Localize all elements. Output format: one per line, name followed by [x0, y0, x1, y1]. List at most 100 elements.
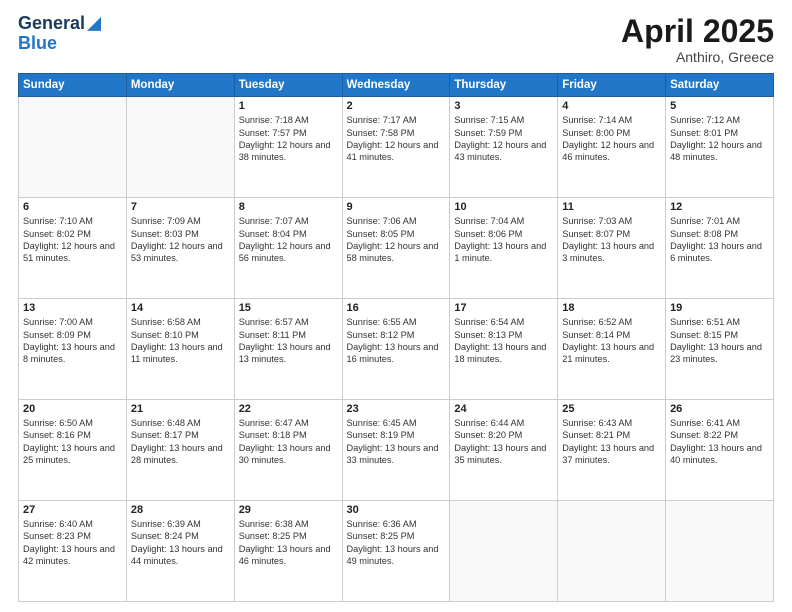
day-cell: 30 Sunrise: 6:36 AM Sunset: 8:25 PM Dayli…: [342, 501, 450, 602]
day-number: 23: [347, 403, 446, 415]
day-info: Sunrise: 6:41 AM Sunset: 8:22 PM Dayligh…: [670, 417, 769, 467]
day-cell: 1 Sunrise: 7:18 AM Sunset: 7:57 PM Daylig…: [234, 97, 342, 198]
day-number: 10: [454, 201, 553, 213]
day-cell: 2Sunrise: 7:17 AM Sunset: 7:58 PM Daylig…: [342, 97, 450, 198]
day-info: Sunrise: 7:15 AM Sunset: 7:59 PM Dayligh…: [454, 114, 553, 164]
column-header-wednesday: Wednesday: [342, 74, 450, 97]
day-info: Sunrise: 7:00 AM Sunset: 8:09 PM Dayligh…: [23, 316, 122, 366]
day-cell: 8 Sunrise: 7:07 AM Sunset: 8:04 PM Daylig…: [234, 198, 342, 299]
day-cell: 19Sunrise: 6:51 AM Sunset: 8:15 PM Dayli…: [666, 299, 774, 400]
day-number: 26: [670, 403, 769, 415]
day-cell: 18Sunrise: 6:52 AM Sunset: 8:14 PM Dayli…: [558, 299, 666, 400]
day-info: Sunrise: 7:01 AM Sunset: 8:08 PM Dayligh…: [670, 215, 769, 265]
logo-general-text: General: [18, 14, 85, 34]
day-info: Sunrise: 6:54 AM Sunset: 8:13 PM Dayligh…: [454, 316, 553, 366]
day-info: Sunrise: 6:50 AM Sunset: 8:16 PM Dayligh…: [23, 417, 122, 467]
day-info: Sunrise: 6:58 AM Sunset: 8:10 PM Dayligh…: [131, 316, 230, 366]
calendar-location: Anthiro, Greece: [621, 49, 774, 65]
day-cell: 21Sunrise: 6:48 AM Sunset: 8:17 PM Dayli…: [126, 400, 234, 501]
day-info: Sunrise: 7:18 AM Sunset: 7:57 PM Dayligh…: [239, 114, 338, 164]
day-number: 6: [23, 201, 122, 213]
column-header-tuesday: Tuesday: [234, 74, 342, 97]
day-number: 13: [23, 302, 122, 314]
day-cell: 5 Sunrise: 7:12 AM Sunset: 8:01 PM Daylig…: [666, 97, 774, 198]
calendar-header-row: SundayMondayTuesdayWednesdayThursdayFrid…: [19, 74, 774, 97]
day-cell: 7 Sunrise: 7:09 AM Sunset: 8:03 PM Daylig…: [126, 198, 234, 299]
day-cell: 20 Sunrise: 6:50 AM Sunset: 8:16 PM Dayli…: [19, 400, 127, 501]
column-header-monday: Monday: [126, 74, 234, 97]
day-info: Sunrise: 6:40 AM Sunset: 8:23 PM Dayligh…: [23, 518, 122, 568]
day-info: Sunrise: 7:07 AM Sunset: 8:04 PM Dayligh…: [239, 215, 338, 265]
day-number: 5: [670, 100, 769, 112]
day-number: 7: [131, 201, 230, 213]
column-header-thursday: Thursday: [450, 74, 558, 97]
day-number: 25: [562, 403, 661, 415]
day-cell: 17Sunrise: 6:54 AM Sunset: 8:13 PM Dayli…: [450, 299, 558, 400]
week-row-2: 6 Sunrise: 7:10 AM Sunset: 8:02 PM Daylig…: [19, 198, 774, 299]
day-info: Sunrise: 7:03 AM Sunset: 8:07 PM Dayligh…: [562, 215, 661, 265]
day-number: 15: [239, 302, 338, 314]
day-number: 11: [562, 201, 661, 213]
week-row-4: 20 Sunrise: 6:50 AM Sunset: 8:16 PM Dayli…: [19, 400, 774, 501]
calendar-table: SundayMondayTuesdayWednesdayThursdayFrid…: [18, 73, 774, 602]
day-number: 14: [131, 302, 230, 314]
day-info: Sunrise: 6:55 AM Sunset: 8:12 PM Dayligh…: [347, 316, 446, 366]
logo-blue-text: Blue: [18, 34, 57, 54]
day-number: 12: [670, 201, 769, 213]
day-number: 16: [347, 302, 446, 314]
day-number: 9: [347, 201, 446, 213]
day-info: Sunrise: 7:17 AM Sunset: 7:58 PM Dayligh…: [347, 114, 446, 164]
column-header-sunday: Sunday: [19, 74, 127, 97]
day-info: Sunrise: 7:04 AM Sunset: 8:06 PM Dayligh…: [454, 215, 553, 265]
day-info: Sunrise: 6:36 AM Sunset: 8:25 PM Dayligh…: [347, 518, 446, 568]
day-cell: 28 Sunrise: 6:39 AM Sunset: 8:24 PM Dayli…: [126, 501, 234, 602]
day-info: Sunrise: 7:10 AM Sunset: 8:02 PM Dayligh…: [23, 215, 122, 265]
day-cell: 16 Sunrise: 6:55 AM Sunset: 8:12 PM Dayli…: [342, 299, 450, 400]
day-info: Sunrise: 6:38 AM Sunset: 8:25 PM Dayligh…: [239, 518, 338, 568]
column-header-saturday: Saturday: [666, 74, 774, 97]
day-cell: 11 Sunrise: 7:03 AM Sunset: 8:07 PM Dayli…: [558, 198, 666, 299]
column-header-friday: Friday: [558, 74, 666, 97]
day-info: Sunrise: 6:47 AM Sunset: 8:18 PM Dayligh…: [239, 417, 338, 467]
day-info: Sunrise: 7:06 AM Sunset: 8:05 PM Dayligh…: [347, 215, 446, 265]
page: General Blue April 2025 Anthiro, Greece …: [0, 0, 792, 612]
day-number: 8: [239, 201, 338, 213]
day-cell: 6 Sunrise: 7:10 AM Sunset: 8:02 PM Daylig…: [19, 198, 127, 299]
day-cell: 12 Sunrise: 7:01 AM Sunset: 8:08 PM Dayli…: [666, 198, 774, 299]
day-cell: [450, 501, 558, 602]
header: General Blue April 2025 Anthiro, Greece: [18, 14, 774, 65]
day-cell: [666, 501, 774, 602]
day-number: 29: [239, 504, 338, 516]
day-cell: 23Sunrise: 6:45 AM Sunset: 8:19 PM Dayli…: [342, 400, 450, 501]
day-cell: 24Sunrise: 6:44 AM Sunset: 8:20 PM Dayli…: [450, 400, 558, 501]
day-cell: [558, 501, 666, 602]
day-number: 4: [562, 100, 661, 112]
day-info: Sunrise: 6:43 AM Sunset: 8:21 PM Dayligh…: [562, 417, 661, 467]
logo-triangle-icon: [87, 17, 101, 31]
day-number: 22: [239, 403, 338, 415]
day-info: Sunrise: 7:14 AM Sunset: 8:00 PM Dayligh…: [562, 114, 661, 164]
day-cell: 29 Sunrise: 6:38 AM Sunset: 8:25 PM Dayli…: [234, 501, 342, 602]
day-number: 20: [23, 403, 122, 415]
day-cell: 13 Sunrise: 7:00 AM Sunset: 8:09 PM Dayli…: [19, 299, 127, 400]
day-number: 1: [239, 100, 338, 112]
day-number: 30: [347, 504, 446, 516]
day-info: Sunrise: 7:09 AM Sunset: 8:03 PM Dayligh…: [131, 215, 230, 265]
day-info: Sunrise: 6:39 AM Sunset: 8:24 PM Dayligh…: [131, 518, 230, 568]
day-info: Sunrise: 6:57 AM Sunset: 8:11 PM Dayligh…: [239, 316, 338, 366]
day-info: Sunrise: 6:44 AM Sunset: 8:20 PM Dayligh…: [454, 417, 553, 467]
day-number: 3: [454, 100, 553, 112]
day-info: Sunrise: 7:12 AM Sunset: 8:01 PM Dayligh…: [670, 114, 769, 164]
day-info: Sunrise: 6:52 AM Sunset: 8:14 PM Dayligh…: [562, 316, 661, 366]
day-cell: 26 Sunrise: 6:41 AM Sunset: 8:22 PM Dayli…: [666, 400, 774, 501]
day-cell: 3 Sunrise: 7:15 AM Sunset: 7:59 PM Daylig…: [450, 97, 558, 198]
day-number: 27: [23, 504, 122, 516]
day-cell: 4 Sunrise: 7:14 AM Sunset: 8:00 PM Daylig…: [558, 97, 666, 198]
title-block: April 2025 Anthiro, Greece: [621, 14, 774, 65]
week-row-3: 13 Sunrise: 7:00 AM Sunset: 8:09 PM Dayli…: [19, 299, 774, 400]
day-cell: [126, 97, 234, 198]
day-number: 28: [131, 504, 230, 516]
day-cell: 9 Sunrise: 7:06 AM Sunset: 8:05 PM Daylig…: [342, 198, 450, 299]
day-cell: [19, 97, 127, 198]
day-cell: 10 Sunrise: 7:04 AM Sunset: 8:06 PM Dayli…: [450, 198, 558, 299]
